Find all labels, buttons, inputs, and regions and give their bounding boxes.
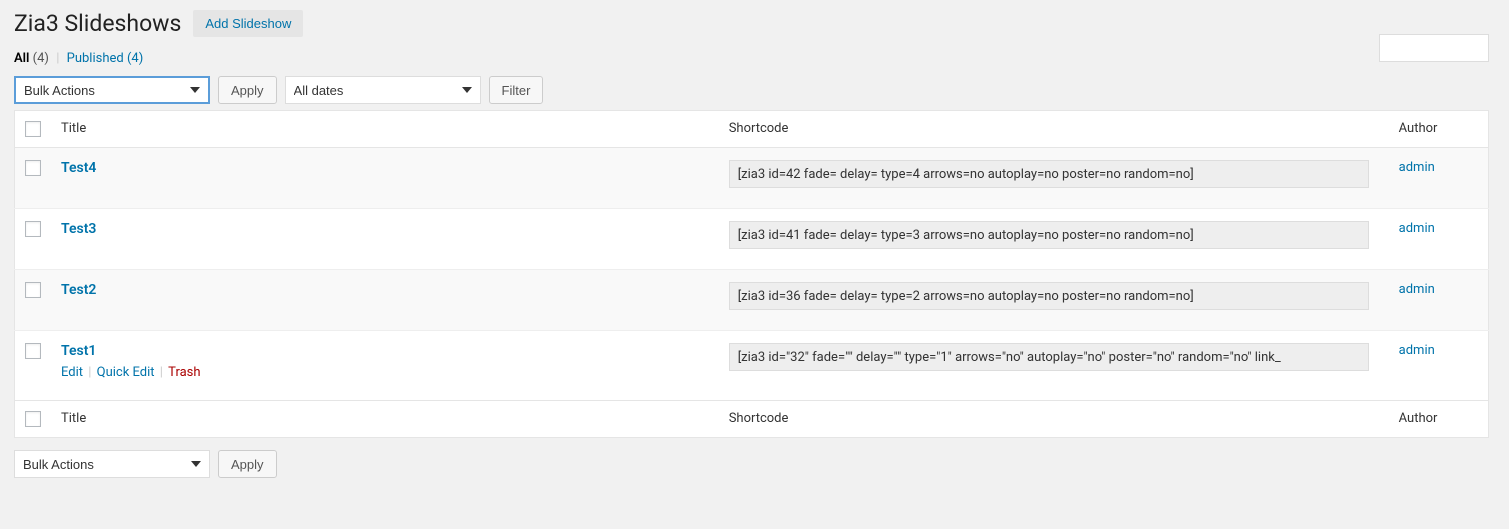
separator: | — [83, 365, 97, 380]
column-shortcode-footer: Shortcode — [719, 401, 1389, 438]
select-all-bottom[interactable] — [25, 411, 41, 427]
slideshow-table: Title Shortcode Author Test4 admin Test3 ad… — [14, 110, 1489, 438]
column-title-header[interactable]: Title — [51, 111, 719, 148]
table-row: Test4 admin — [15, 148, 1489, 209]
page-title: Zia3 Slideshows — [14, 10, 181, 37]
row-actions: Edit | Quick Edit | Trash — [61, 365, 709, 380]
filter-all-label: All — [14, 51, 29, 66]
column-shortcode-header: Shortcode — [719, 111, 1389, 148]
filter-button[interactable]: Filter — [489, 76, 544, 104]
row-title-link[interactable]: Test4 — [61, 160, 96, 176]
shortcode-input[interactable] — [729, 160, 1369, 188]
filter-all[interactable]: All (4) — [14, 51, 52, 66]
row-title-link[interactable]: Test1 — [61, 343, 96, 359]
row-checkbox[interactable] — [25, 282, 41, 298]
apply-button-top[interactable]: Apply — [218, 76, 277, 104]
search-input[interactable] — [1379, 34, 1489, 62]
author-link[interactable]: admin — [1399, 160, 1435, 175]
row-checkbox[interactable] — [25, 160, 41, 176]
apply-button-bottom[interactable]: Apply — [218, 450, 277, 478]
column-author-footer[interactable]: Author — [1389, 401, 1489, 438]
table-row: Test3 admin — [15, 209, 1489, 270]
shortcode-input[interactable] — [729, 343, 1369, 371]
bulk-actions-select-bottom[interactable]: Bulk Actions — [14, 450, 210, 478]
filter-published-label: Published — [67, 51, 124, 66]
filter-links: All (4) | Published (4) — [14, 51, 1489, 66]
author-link[interactable]: admin — [1399, 343, 1435, 358]
filter-published-count: (4) — [127, 51, 143, 66]
date-filter-select[interactable]: All dates — [285, 76, 481, 104]
bulk-actions-select-top[interactable]: Bulk Actions — [14, 76, 210, 104]
author-link[interactable]: admin — [1399, 221, 1435, 236]
add-slideshow-button[interactable]: Add Slideshow — [193, 10, 303, 37]
shortcode-input[interactable] — [729, 282, 1369, 310]
edit-action[interactable]: Edit — [61, 365, 83, 380]
trash-action[interactable]: Trash — [168, 365, 200, 380]
row-checkbox[interactable] — [25, 343, 41, 359]
select-all-top[interactable] — [25, 121, 41, 137]
filter-all-count: (4) — [33, 51, 49, 66]
quick-edit-action[interactable]: Quick Edit — [97, 365, 155, 380]
row-checkbox[interactable] — [25, 221, 41, 237]
row-title-link[interactable]: Test2 — [61, 282, 96, 298]
separator: | — [155, 365, 169, 380]
shortcode-input[interactable] — [729, 221, 1369, 249]
separator: | — [52, 51, 63, 66]
column-author-header[interactable]: Author — [1389, 111, 1489, 148]
author-link[interactable]: admin — [1399, 282, 1435, 297]
table-row: Test2 admin — [15, 270, 1489, 331]
row-title-link[interactable]: Test3 — [61, 221, 96, 237]
column-title-footer[interactable]: Title — [51, 401, 719, 438]
table-row: Test1 Edit | Quick Edit | Trash admin — [15, 331, 1489, 401]
filter-published[interactable]: Published (4) — [67, 51, 144, 66]
